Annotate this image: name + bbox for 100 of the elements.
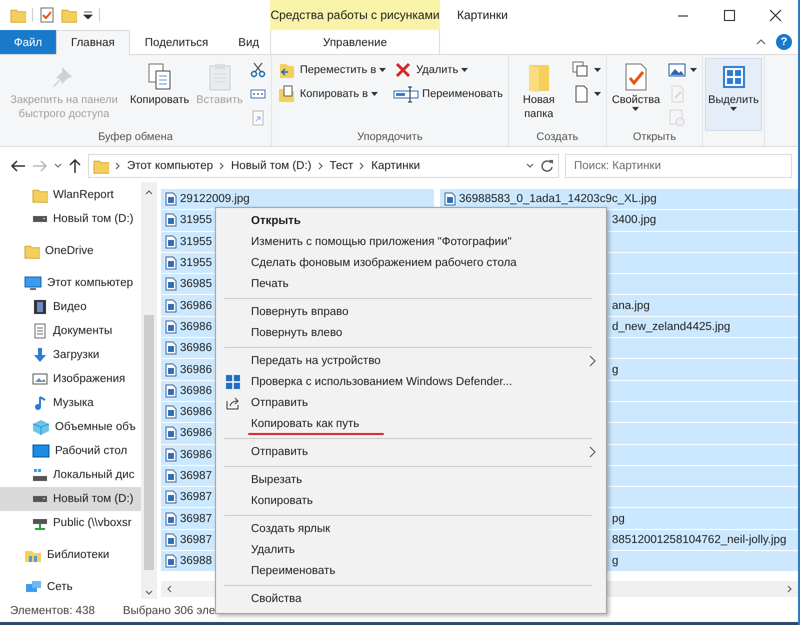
file-name: 36986 (180, 300, 212, 312)
up-icon[interactable] (68, 158, 82, 174)
nav-item[interactable]: OneDrive (0, 239, 141, 263)
help-button[interactable]: ? (776, 34, 792, 50)
caret-icon (730, 107, 738, 111)
ribbon-tab[interactable]: Главная (56, 30, 130, 55)
nav-item[interactable]: Музыка (0, 391, 141, 415)
menu-item[interactable]: Отправить (216, 442, 606, 463)
menu-item[interactable]: Вырезать (216, 470, 606, 491)
image-file-icon (165, 426, 177, 440)
nav-item[interactable]: Рабочий стол (0, 439, 141, 463)
nav-item[interactable]: Объемные объ (0, 415, 141, 439)
ribbon-button[interactable]: Копировать в (274, 83, 390, 105)
drive-icon (32, 216, 48, 222)
nav-item[interactable]: Этот компьютер (0, 271, 141, 295)
file-name: 31955 (180, 214, 212, 226)
menu-item[interactable]: Печать (216, 274, 606, 295)
file-name: ana.jpg (612, 300, 650, 312)
caret-icon[interactable] (54, 163, 62, 168)
image-file-icon (165, 362, 177, 377)
menu-item[interactable]: Отправить (216, 393, 606, 414)
file-name: 36988 (180, 555, 212, 568)
refresh-icon[interactable] (540, 158, 554, 172)
folder-icon (32, 187, 48, 203)
image-file-icon (165, 469, 177, 483)
ribbon-tab[interactable]: Управление (308, 30, 402, 54)
menu-item[interactable]: Изменить с помощью приложения "Фотографии" (216, 232, 606, 253)
nav-item[interactable]: Видео (0, 295, 141, 319)
file-name: pg (612, 512, 625, 525)
nav-item[interactable]: Изображения (0, 367, 141, 391)
shortcut-icon (250, 110, 266, 126)
ribbon-button[interactable]: Переместить в (274, 59, 390, 81)
copy-folder-icon (276, 84, 297, 104)
scroll-up-icon[interactable] (145, 190, 153, 195)
computer-icon (24, 275, 42, 291)
ribbon-button[interactable]: Выделить (705, 58, 762, 131)
rename-icon (393, 84, 420, 104)
caret-icon (632, 107, 640, 111)
group-label: Упорядочить (356, 131, 424, 145)
file-name: 36985 (180, 278, 212, 290)
file-name: 36986 (180, 364, 212, 376)
folder-icon (10, 7, 26, 23)
image-file-icon (165, 213, 177, 228)
film-icon (32, 299, 48, 315)
ribbon-button[interactable]: Копировать (127, 58, 192, 110)
file-menu-tab[interactable]: Файл (0, 30, 56, 54)
drive-icon (32, 496, 48, 502)
scrollbar-thumb[interactable] (144, 315, 154, 570)
scroll-down-icon[interactable] (145, 590, 153, 595)
ribbon-button[interactable]: Переименовать (390, 83, 506, 105)
file-name: d_new_zeland4425.jpg (612, 320, 730, 333)
nav-item[interactable]: Локальный дис (0, 463, 141, 487)
nav-item[interactable]: Документы (0, 319, 141, 343)
file-name: 31955 (180, 257, 212, 270)
address-bar[interactable]: Этот компьютер Новый том (D:) Тест Картинки (88, 154, 559, 178)
nav-item[interactable]: Загрузки (0, 343, 141, 367)
nav-item[interactable]: Public (\\vboxsr (0, 511, 141, 535)
search-field[interactable]: Поиск: Картинки (565, 154, 792, 178)
nav-item[interactable]: WlanReport (0, 183, 141, 207)
properties-check-icon[interactable] (39, 7, 55, 23)
image-file-icon (165, 320, 177, 334)
caret-icon (461, 68, 468, 72)
group-label: Открыть (632, 131, 678, 145)
breadcrumb[interactable]: Этот компьютер (127, 160, 213, 172)
menu-item[interactable]: Копировать как путь (216, 414, 606, 435)
breadcrumb[interactable]: Картинки (371, 160, 420, 172)
image-file-icon (165, 341, 177, 356)
caret-icon (371, 92, 378, 96)
back-icon[interactable] (10, 158, 26, 172)
nav-item[interactable]: Сеть (0, 575, 141, 599)
file-row[interactable]: 36988583_0_1ada1_14203c9c_XL.jpg (440, 189, 798, 210)
menu-item[interactable]: Свойства (216, 589, 606, 610)
nav-item[interactable]: Новый том (D:) (0, 487, 141, 511)
chevron-icon (359, 162, 366, 170)
caret-icon[interactable] (526, 163, 534, 168)
ribbon-button[interactable]: Новая папка (510, 58, 567, 124)
file-name: 36986 (180, 406, 212, 418)
ribbon-button[interactable]: Удалить (390, 59, 506, 81)
window-title: Картинки (457, 8, 508, 22)
image-file-icon (165, 298, 177, 313)
context-tab-group: Средства работы с рисунками (270, 8, 440, 22)
scroll-left-icon[interactable] (167, 585, 172, 593)
chevron-icon (318, 162, 324, 170)
folder-icon (24, 243, 40, 259)
close-icon[interactable] (766, 8, 784, 22)
chevron-icon (115, 162, 121, 170)
breadcrumb[interactable]: Новый том (D:) (231, 160, 312, 172)
menu-item[interactable]: Повернуть влево (216, 323, 606, 344)
scroll-right-icon[interactable] (787, 585, 792, 593)
nav-item[interactable]: Новый том (D:) (0, 207, 141, 231)
nav-item[interactable]: Библиотеки (0, 543, 141, 567)
ribbon-button[interactable]: Свойства (608, 58, 664, 114)
network-icon (24, 579, 42, 595)
breadcrumb[interactable]: Тест (330, 160, 354, 172)
collapse-ribbon-icon[interactable] (756, 39, 766, 45)
menu-item[interactable]: Сделать фоновым изображением рабочего стола (216, 253, 606, 274)
caret-icon[interactable] (83, 11, 93, 19)
image-file-icon (165, 532, 177, 547)
file-name: 36986 (180, 384, 212, 397)
file-name: 88512001258104762_neil-jolly.jpg (612, 534, 786, 546)
